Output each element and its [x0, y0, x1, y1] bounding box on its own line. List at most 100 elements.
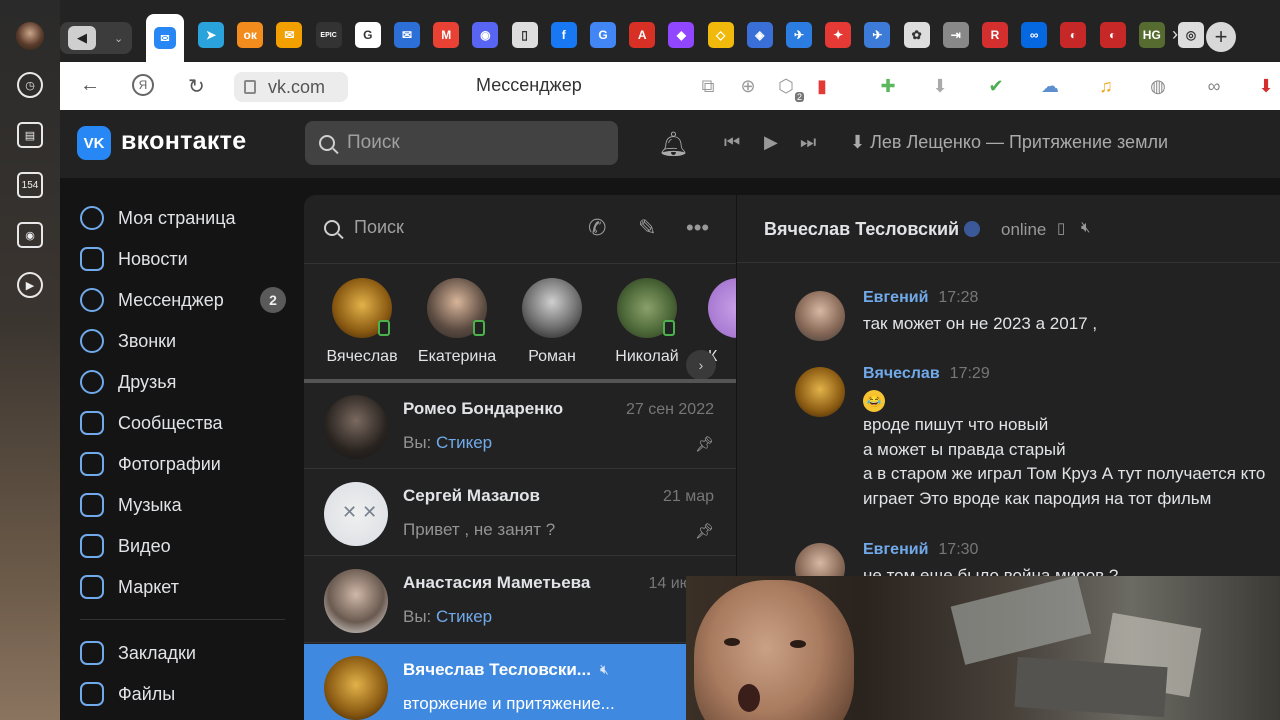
download-manager-icon[interactable]: ⬇: [1254, 74, 1278, 98]
tab-star[interactable]: ✦: [825, 22, 852, 48]
puzzle-icon[interactable]: ✚: [876, 74, 900, 98]
tab-forward[interactable]: ⇥: [942, 22, 969, 48]
counter-badge-icon[interactable]: 154: [17, 172, 43, 198]
conversation-search-input[interactable]: Поиск: [324, 217, 404, 238]
vpn-icon[interactable]: ∞: [1202, 74, 1226, 98]
headphones-icon[interactable]: ♫: [1094, 74, 1118, 98]
message-author[interactable]: Евгений: [863, 541, 928, 558]
now-playing-track[interactable]: ⬇ Лев Лещенко — Притяжение земли: [850, 132, 1168, 153]
vk-logo-icon[interactable]: VK: [77, 126, 111, 160]
chat-title[interactable]: Вячеслав Тесловский: [764, 219, 981, 240]
tab-chatgpt[interactable]: ✿: [903, 22, 930, 48]
new-call-icon[interactable]: ✆: [588, 215, 606, 241]
tab-audio-control[interactable]: ◀ ⌄: [60, 22, 132, 54]
tab-document[interactable]: ▯: [511, 22, 538, 48]
tab-odnoklassniki[interactable]: ок: [237, 22, 264, 48]
tab-telegram[interactable]: ➤: [198, 22, 224, 48]
video-overlay[interactable]: [686, 576, 1280, 720]
message-author-avatar[interactable]: [795, 291, 845, 341]
tab-hg[interactable]: HG: [1138, 22, 1165, 48]
zoom-icon[interactable]: ⊕: [736, 74, 760, 98]
collections-icon[interactable]: ▤: [17, 122, 43, 148]
shield-icon[interactable]: ✔: [984, 74, 1008, 98]
nav-item-communities[interactable]: Сообщества: [80, 405, 290, 441]
nav-item-photos[interactable]: Фотографии: [80, 446, 290, 482]
nav-item-market[interactable]: Маркет: [80, 569, 290, 605]
media-player-icon[interactable]: ▶: [17, 272, 43, 298]
nav-item-files[interactable]: Файлы: [80, 676, 290, 712]
next-track-icon[interactable]: ⏭︎: [800, 132, 816, 153]
tab-mail[interactable]: ✉: [276, 22, 303, 48]
conversation-search-placeholder: Поиск: [354, 217, 404, 237]
more-options-icon[interactable]: •••: [686, 215, 709, 241]
download-icon[interactable]: ⬇: [928, 74, 952, 98]
tab-google[interactable]: G: [354, 22, 381, 48]
conversation-item[interactable]: ✕ ✕ Сергей Мазалов 21 мар Привет , не занят…: [304, 470, 736, 556]
bookmark-icon[interactable]: ▮: [810, 74, 834, 98]
nav-item-friends[interactable]: Друзья: [80, 364, 290, 400]
tab-translate[interactable]: G: [590, 22, 616, 48]
tab-vk-messenger[interactable]: ✉: [146, 14, 184, 62]
tab-email[interactable]: ✉: [394, 22, 420, 48]
conversation-item[interactable]: Вячеслав Тесловски...17вторжение и притя…: [304, 644, 736, 720]
chatgpt-icon: ✿: [911, 28, 922, 42]
tab-facebook[interactable]: f: [550, 22, 577, 48]
tab-meta[interactable]: ∞: [1021, 22, 1048, 48]
conversation-item[interactable]: Ромео Бондаренко 27 сен 2022 Вы: Стикер 📌︎: [304, 383, 736, 469]
chevron-right-icon[interactable]: ›: [686, 350, 716, 380]
previous-track-icon[interactable]: ⏮︎: [724, 132, 740, 153]
speaker-icon[interactable]: ◀: [68, 26, 96, 50]
message-author-avatar[interactable]: [795, 367, 845, 417]
nav-item-messenger[interactable]: Мессенджер: [80, 282, 290, 318]
play-icon[interactable]: ▶︎: [764, 132, 778, 153]
screenshot-icon[interactable]: ◉: [17, 222, 43, 248]
yandex-icon[interactable]: Я: [132, 74, 154, 96]
tab-chrome[interactable]: ◎: [1178, 22, 1204, 48]
tab-cube[interactable]: ◈: [746, 22, 773, 48]
story-item[interactable]: Николай: [602, 278, 692, 366]
message-author[interactable]: Вячеслав: [863, 365, 940, 382]
tab-plane[interactable]: ✈: [786, 22, 812, 48]
tab-discord[interactable]: ◉: [472, 22, 499, 48]
muted-icon[interactable]: 🔇︎: [1081, 219, 1090, 236]
tab-r[interactable]: R: [982, 22, 1008, 48]
protect-icon[interactable]: ⬡ 2: [774, 74, 804, 102]
pin-icon[interactable]: 📌︎: [695, 435, 714, 453]
tab-groups-icon[interactable]: ⧉: [696, 74, 720, 98]
tab-gmail[interactable]: M: [433, 22, 460, 48]
header-search-input[interactable]: Поиск: [305, 121, 618, 165]
tab-flag2[interactable]: ◐: [1099, 22, 1126, 48]
story-item[interactable]: Роман: [507, 278, 597, 366]
nav-item-news[interactable]: Новости: [80, 241, 290, 277]
nav-item-profile[interactable]: Моя страница: [80, 200, 290, 236]
globe-icon[interactable]: ◍: [1146, 74, 1170, 98]
chevron-right-icon[interactable]: ›: [1172, 24, 1178, 45]
tab-bird[interactable]: ✈: [864, 22, 891, 48]
browser-profile-avatar[interactable]: [16, 22, 44, 50]
pin-icon[interactable]: 📌︎: [695, 522, 714, 540]
tab-epic-games[interactable]: EPIC: [315, 22, 342, 48]
cloud-icon[interactable]: ☁: [1038, 74, 1062, 98]
tab-twitch[interactable]: ◆: [668, 22, 695, 48]
conversation-item[interactable]: Анастасия Маметьева 14 июл 2 Вы: Стикер: [304, 557, 736, 643]
tab-adblock[interactable]: A: [629, 22, 656, 48]
tab-binance[interactable]: ◇: [707, 22, 734, 48]
back-arrow-icon[interactable]: ←: [80, 74, 100, 97]
history-icon[interactable]: ◷: [17, 72, 43, 98]
cloud-icon-glyph: ☁: [1041, 75, 1059, 96]
chevron-down-icon[interactable]: ⌄: [114, 32, 123, 45]
nav-item-music[interactable]: Музыка: [80, 487, 290, 523]
nav-item-phone[interactable]: Звонки: [80, 323, 290, 359]
story-item[interactable]: Вячеслав: [317, 278, 407, 366]
story-item[interactable]: Екатерина: [412, 278, 502, 366]
compose-icon[interactable]: ✎: [638, 215, 656, 241]
notifications-bell-icon[interactable]: 🔔︎: [658, 130, 688, 159]
url-field[interactable]: vk.com: [234, 72, 348, 102]
new-tab-button[interactable]: +: [1206, 22, 1236, 52]
vk-logo-text[interactable]: вконтакте: [121, 127, 246, 156]
tab-flag[interactable]: ◐: [1060, 22, 1087, 48]
nav-item-bookmarks[interactable]: Закладки: [80, 635, 290, 671]
reload-icon[interactable]: ↻: [188, 74, 205, 99]
message-author[interactable]: Евгений: [863, 289, 928, 306]
nav-item-video[interactable]: Видео: [80, 528, 290, 564]
